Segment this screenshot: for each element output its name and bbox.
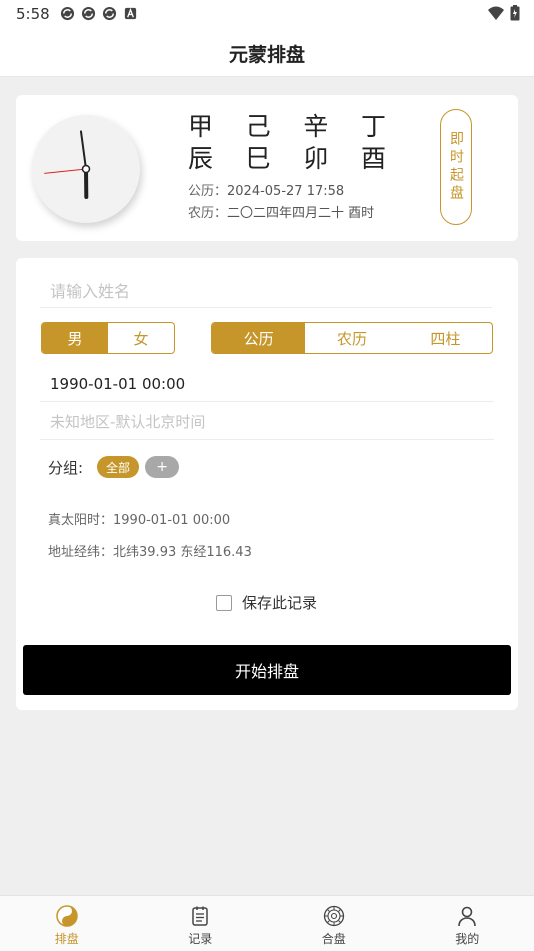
app-bar: 元蒙排盘: [0, 28, 534, 77]
group-chip-all[interactable]: 全部: [97, 456, 139, 478]
wifi-icon: [488, 6, 504, 20]
true-solar-time-value: 1990-01-01 00:00: [113, 513, 230, 528]
yin-yang-icon: [55, 904, 79, 928]
calendar-four-pillars-option[interactable]: 四柱: [399, 323, 492, 353]
stem-month: 己: [246, 111, 273, 143]
solar-date-line: 公历：2024-05-27 17:58: [188, 180, 344, 199]
status-system-icons: [488, 5, 520, 21]
add-group-button[interactable]: +: [145, 456, 179, 478]
instant-chart-label: 即时起盘: [446, 131, 466, 203]
calendar-lunar-option[interactable]: 农历: [305, 323, 398, 353]
gender-selector: 男 女: [41, 322, 175, 354]
nav-label-records: 记录: [188, 930, 212, 947]
bazi-card: 甲 己 辛 丁 辰 巳 卯 酉 公历：2024-05-27 17:58 农历：二…: [16, 95, 518, 241]
save-record-label: 保存此记录: [242, 592, 317, 613]
calendar-type-selector: 公历 农历 四柱: [211, 322, 493, 354]
branch-hour: 酉: [361, 143, 388, 175]
start-chart-button[interactable]: 开始排盘: [23, 645, 511, 695]
clock-second-hand: [44, 169, 86, 173]
branch-month: 巳: [246, 143, 273, 175]
clock-minute-hand: [81, 131, 86, 169]
solar-date-value: 2024-05-27 17:58: [227, 184, 344, 199]
nav-label-paipan: 排盘: [55, 930, 79, 947]
clock-face: [32, 115, 140, 223]
save-record-checkbox[interactable]: [216, 595, 232, 611]
gender-male-option[interactable]: 男: [42, 323, 108, 353]
stem-hour: 丁: [361, 111, 388, 143]
stem-year: 甲: [188, 111, 215, 143]
sync-icon: [60, 6, 75, 21]
nav-item-match[interactable]: 合盘: [267, 896, 401, 951]
page-title: 元蒙排盘: [0, 40, 534, 67]
gender-female-option[interactable]: 女: [108, 323, 174, 353]
solar-date-label: 公历：: [188, 184, 227, 199]
name-input[interactable]: [40, 276, 492, 308]
true-solar-time-line: 真太阳时：1990-01-01 00:00: [48, 509, 230, 528]
save-record-row[interactable]: 保存此记录: [216, 592, 317, 613]
battery-icon: [510, 5, 520, 21]
status-bar: 5:58: [0, 0, 534, 28]
coordinates-line: 地址经纬：北纬39.93 东经116.43: [48, 541, 252, 560]
nav-label-match: 合盘: [322, 930, 346, 947]
person-icon: [455, 904, 479, 928]
compass-icon: [322, 904, 346, 928]
coordinates-value: 北纬39.93 东经116.43: [113, 545, 252, 560]
branch-day: 卯: [303, 143, 330, 175]
branch-year: 辰: [188, 143, 215, 175]
nav-item-paipan[interactable]: 排盘: [0, 896, 134, 951]
status-time: 5:58: [16, 5, 50, 23]
lunar-date-value: 二〇二四年四月二十 酉时: [227, 206, 374, 221]
calendar-solar-option[interactable]: 公历: [212, 323, 305, 353]
heavenly-stems-row: 甲 己 辛 丁: [188, 111, 388, 143]
bazi-pillars: 甲 己 辛 丁 辰 巳 卯 酉: [188, 111, 408, 175]
coordinates-label: 地址经纬：: [48, 545, 113, 560]
birth-datetime-field[interactable]: 1990-01-01 00:00: [40, 366, 494, 402]
birth-form-card: 男 女 公历 农历 四柱 1990-01-01 00:00 未知地区-默认北京时…: [16, 258, 518, 710]
clock-center-pin: [83, 166, 90, 173]
nav-item-records[interactable]: 记录: [134, 896, 268, 951]
earthly-branches-row: 辰 巳 卯 酉: [188, 143, 388, 175]
bottom-nav: 排盘 记录 合盘 我的: [0, 895, 534, 951]
lunar-date-label: 农历：: [188, 206, 227, 221]
analog-clock: [32, 115, 140, 223]
nav-item-mine[interactable]: 我的: [401, 896, 534, 951]
sync-icon: [81, 6, 96, 21]
location-field[interactable]: 未知地区-默认北京时间: [40, 404, 494, 440]
stem-day: 辛: [303, 111, 330, 143]
true-solar-time-label: 真太阳时：: [48, 513, 113, 528]
group-label: 分组:: [48, 457, 83, 478]
nav-label-mine: 我的: [455, 930, 479, 947]
a-icon: [123, 6, 138, 21]
status-notification-icons: [60, 6, 138, 21]
notebook-icon: [188, 904, 212, 928]
group-row: 分组: 全部 +: [48, 456, 179, 478]
instant-chart-button[interactable]: 即时起盘: [440, 109, 472, 225]
sync-icon: [102, 6, 117, 21]
lunar-date-line: 农历：二〇二四年四月二十 酉时: [188, 202, 374, 221]
